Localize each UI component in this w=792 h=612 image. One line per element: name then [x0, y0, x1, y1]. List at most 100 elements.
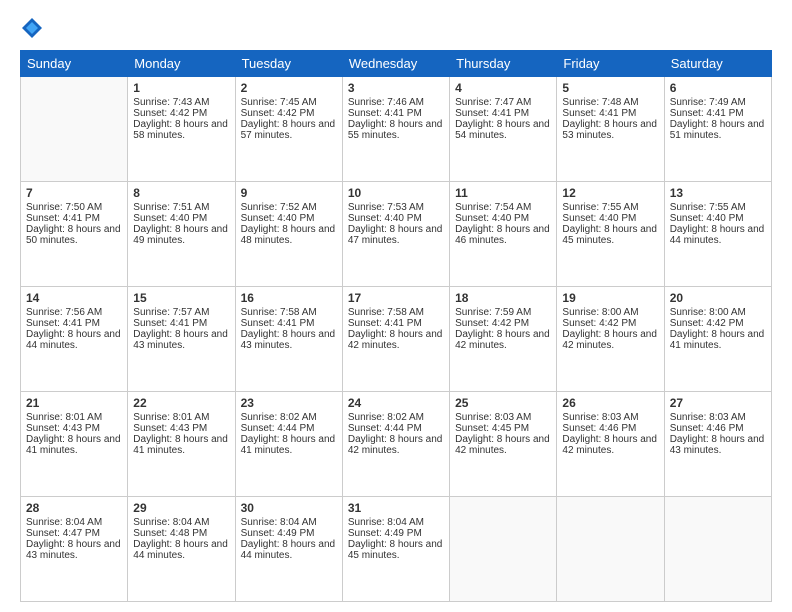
daylight-text: Daylight: 8 hours and 54 minutes.	[455, 119, 551, 141]
day-header-tuesday: Tuesday	[235, 51, 342, 77]
sunset-text: Sunset: 4:41 PM	[26, 213, 122, 224]
sunrise-text: Sunrise: 8:01 AM	[26, 412, 122, 423]
daylight-text: Daylight: 8 hours and 45 minutes.	[348, 539, 444, 561]
calendar-cell: 13Sunrise: 7:55 AMSunset: 4:40 PMDayligh…	[664, 182, 771, 287]
week-row-1: 7 Sunrise: 7:50 AMSunset: 4:41 PM Daylight…	[21, 182, 772, 287]
day-number: 2	[241, 81, 337, 95]
daylight-text: Daylight: 8 hours and 42 minutes.	[455, 434, 551, 456]
day-number: 15	[133, 291, 229, 305]
sunset-text: Sunset: 4:41 PM	[133, 318, 229, 329]
sunrise-text: Sunrise: 8:00 AM	[562, 307, 658, 318]
sunrise-text: Sunrise: 7:51 AM	[133, 202, 229, 213]
daylight-text: Daylight: 8 hours and 41 minutes.	[670, 329, 766, 351]
sunset-text: Sunset: 4:40 PM	[348, 213, 444, 224]
calendar-cell: 31Sunrise: 8:04 AMSunset: 4:49 PMDayligh…	[342, 497, 449, 602]
day-number: 24	[348, 396, 444, 410]
daylight-text: Daylight: 8 hours and 42 minutes.	[348, 329, 444, 351]
daylight-text: Daylight: 8 hours and 43 minutes.	[133, 329, 229, 351]
daylight-text: Daylight: 8 hours and 51 minutes.	[670, 119, 766, 141]
day-number: 19	[562, 291, 658, 305]
day-header-saturday: Saturday	[664, 51, 771, 77]
day-number: 21	[26, 396, 122, 410]
calendar-cell: 1Sunrise: 7:43 AMSunset: 4:42 PMDaylight…	[128, 77, 235, 182]
day-number: 27	[670, 396, 766, 410]
sunset-text: Sunset: 4:42 PM	[670, 318, 766, 329]
calendar-cell: 9Sunrise: 7:52 AMSunset: 4:40 PMDaylight…	[235, 182, 342, 287]
day-number: 28	[26, 501, 122, 515]
daylight-text: Daylight: 8 hours and 42 minutes.	[348, 434, 444, 456]
daylight-text: Daylight: 8 hours and 58 minutes.	[133, 119, 229, 141]
daylight-text: Daylight: 8 hours and 44 minutes.	[26, 329, 122, 351]
calendar-cell: 16Sunrise: 7:58 AMSunset: 4:41 PMDayligh…	[235, 287, 342, 392]
sunrise-text: Sunrise: 8:02 AM	[241, 412, 337, 423]
sunrise-text: Sunrise: 8:02 AM	[348, 412, 444, 423]
day-number: 12	[562, 186, 658, 200]
calendar-cell: 17Sunrise: 7:58 AMSunset: 4:41 PMDayligh…	[342, 287, 449, 392]
day-number: 25	[455, 396, 551, 410]
calendar-cell: 14Sunrise: 7:56 AMSunset: 4:41 PMDayligh…	[21, 287, 128, 392]
sunrise-text: Sunrise: 7:58 AM	[348, 307, 444, 318]
calendar-cell	[450, 497, 557, 602]
daylight-text: Daylight: 8 hours and 44 minutes.	[133, 539, 229, 561]
sunset-text: Sunset: 4:40 PM	[670, 213, 766, 224]
sunset-text: Sunset: 4:41 PM	[348, 318, 444, 329]
day-number: 5	[562, 81, 658, 95]
calendar-cell: 6Sunrise: 7:49 AMSunset: 4:41 PMDaylight…	[664, 77, 771, 182]
calendar-cell: 20Sunrise: 8:00 AMSunset: 4:42 PMDayligh…	[664, 287, 771, 392]
daylight-text: Daylight: 8 hours and 41 minutes.	[133, 434, 229, 456]
week-row-2: 14Sunrise: 7:56 AMSunset: 4:41 PMDayligh…	[21, 287, 772, 392]
sunrise-text: Sunrise: 7:43 AM	[133, 97, 229, 108]
day-number: 10	[348, 186, 444, 200]
day-header-monday: Monday	[128, 51, 235, 77]
sunrise-text: Sunrise: 7:49 AM	[670, 97, 766, 108]
daylight-text: Daylight: 8 hours and 42 minutes.	[455, 329, 551, 351]
sunset-text: Sunset: 4:42 PM	[455, 318, 551, 329]
day-number: 18	[455, 291, 551, 305]
calendar-cell: 18Sunrise: 7:59 AMSunset: 4:42 PMDayligh…	[450, 287, 557, 392]
day-header-friday: Friday	[557, 51, 664, 77]
sunset-text: Sunset: 4:45 PM	[455, 423, 551, 434]
sunrise-text: Sunrise: 7:50 AM	[26, 202, 122, 213]
calendar-cell: 26Sunrise: 8:03 AMSunset: 4:46 PMDayligh…	[557, 392, 664, 497]
day-header-thursday: Thursday	[450, 51, 557, 77]
daylight-text: Daylight: 8 hours and 57 minutes.	[241, 119, 337, 141]
day-number: 26	[562, 396, 658, 410]
day-number: 14	[26, 291, 122, 305]
sunrise-text: Sunrise: 8:03 AM	[455, 412, 551, 423]
calendar-cell: 10Sunrise: 7:53 AMSunset: 4:40 PMDayligh…	[342, 182, 449, 287]
sunset-text: Sunset: 4:41 PM	[455, 108, 551, 119]
sunrise-text: Sunrise: 7:52 AM	[241, 202, 337, 213]
daylight-text: Daylight: 8 hours and 43 minutes.	[241, 329, 337, 351]
logo	[20, 16, 48, 40]
calendar-cell: 21Sunrise: 8:01 AMSunset: 4:43 PMDayligh…	[21, 392, 128, 497]
logo-icon	[20, 16, 44, 40]
week-row-4: 28 Sunrise: 8:04 AM Sunset: 4:47 PM Dayligh…	[21, 497, 772, 602]
sunrise-text: Sunrise: 7:58 AM	[241, 307, 337, 318]
day-number: 3	[348, 81, 444, 95]
header	[20, 16, 772, 40]
calendar-cell: 24Sunrise: 8:02 AMSunset: 4:44 PMDayligh…	[342, 392, 449, 497]
calendar-cell: 22Sunrise: 8:01 AMSunset: 4:43 PMDayligh…	[128, 392, 235, 497]
sunrise-text: Sunrise: 8:04 AM	[348, 517, 444, 528]
day-number: 20	[670, 291, 766, 305]
daylight-text: Daylight: 8 hours and 41 minutes.	[241, 434, 337, 456]
day-number: 7	[26, 186, 122, 200]
daylight-text: Daylight: 8 hours and 43 minutes.	[670, 434, 766, 456]
sunset-text: Sunset: 4:47 PM	[26, 528, 122, 539]
sunset-text: Sunset: 4:41 PM	[26, 318, 122, 329]
day-number: 30	[241, 501, 337, 515]
daylight-text: Daylight: 8 hours and 49 minutes.	[133, 224, 229, 246]
sunset-text: Sunset: 4:46 PM	[670, 423, 766, 434]
sunrise-text: Sunrise: 8:03 AM	[562, 412, 658, 423]
calendar-cell: 11Sunrise: 7:54 AMSunset: 4:40 PMDayligh…	[450, 182, 557, 287]
sunrise-text: Sunrise: 7:47 AM	[455, 97, 551, 108]
calendar-cell	[664, 497, 771, 602]
daylight-text: Daylight: 8 hours and 45 minutes.	[562, 224, 658, 246]
sunset-text: Sunset: 4:42 PM	[562, 318, 658, 329]
calendar-cell: 28Sunrise: 8:04 AMSunset: 4:47 PMDayligh…	[21, 497, 128, 602]
sunrise-text: Sunrise: 7:54 AM	[455, 202, 551, 213]
calendar-cell: 27Sunrise: 8:03 AMSunset: 4:46 PMDayligh…	[664, 392, 771, 497]
calendar-cell: 15Sunrise: 7:57 AMSunset: 4:41 PMDayligh…	[128, 287, 235, 392]
sunset-text: Sunset: 4:49 PM	[241, 528, 337, 539]
daylight-text: Daylight: 8 hours and 53 minutes.	[562, 119, 658, 141]
